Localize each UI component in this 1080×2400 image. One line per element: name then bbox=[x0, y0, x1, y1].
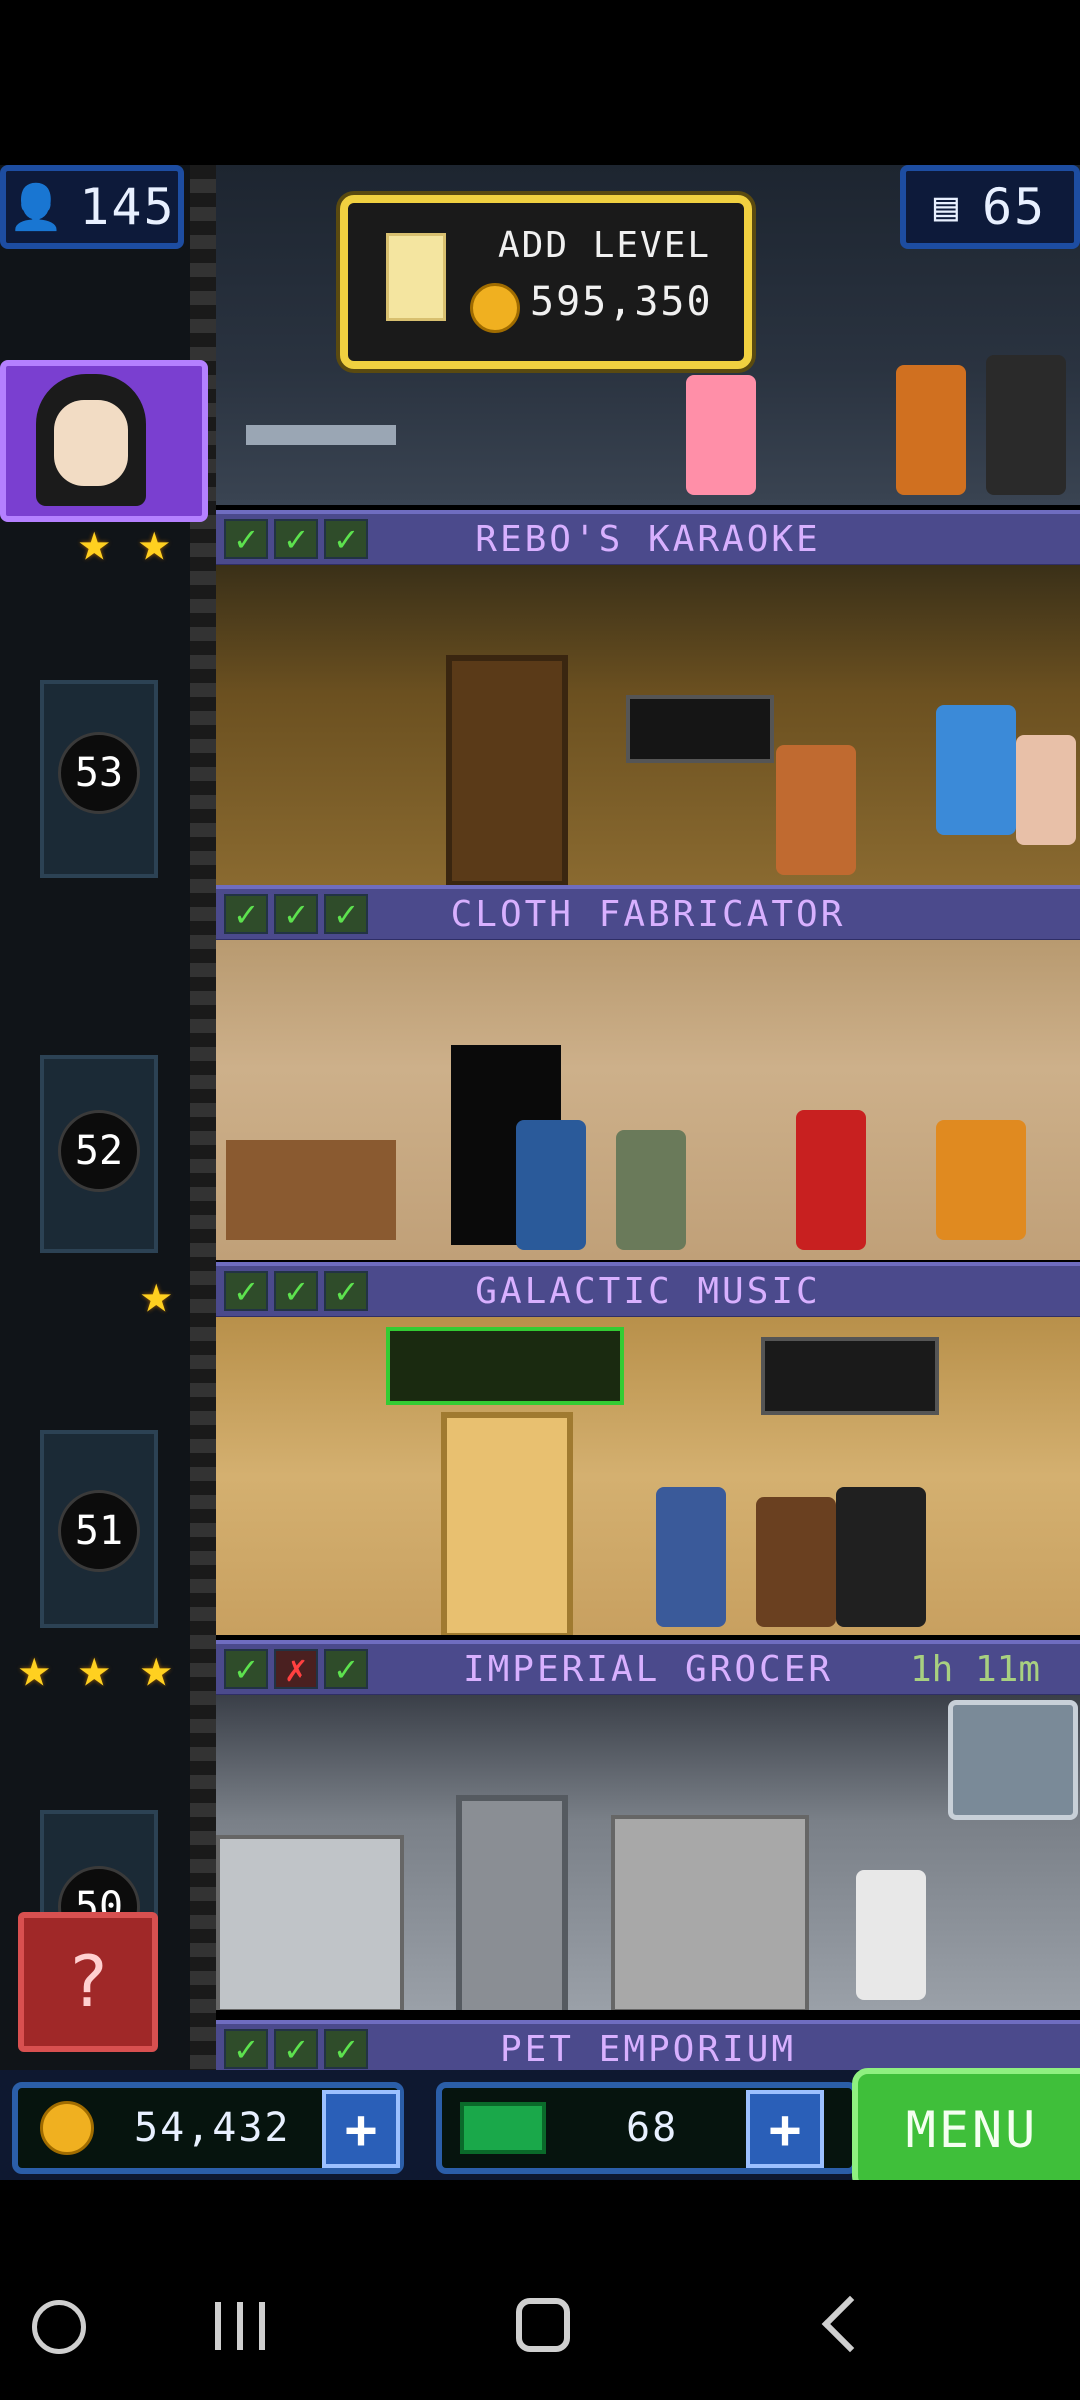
floor-scene-galactic-music[interactable] bbox=[216, 1317, 1080, 1635]
character bbox=[856, 1870, 926, 2000]
add-floor-icon bbox=[386, 233, 446, 321]
mystery-box-button[interactable]: ? bbox=[18, 1912, 158, 2052]
population-value: 145 bbox=[79, 178, 176, 236]
add-level-label: ADD LEVEL bbox=[498, 225, 712, 266]
elevator-level-number: 51 bbox=[58, 1490, 140, 1572]
floor-name: REBO'S KARAOKE bbox=[475, 518, 821, 560]
shelf bbox=[216, 1835, 404, 2010]
character bbox=[896, 365, 966, 495]
floor-scene-karaoke[interactable] bbox=[216, 565, 1080, 885]
floor-count-value: 65 bbox=[981, 178, 1047, 236]
floor-name: CLOTH FABRICATOR bbox=[450, 893, 846, 935]
floor-header[interactable]: ✓ ✗ ✓ IMPERIAL GROCER 1h 11m bbox=[216, 1640, 1080, 1698]
shelf bbox=[611, 1815, 809, 2010]
bux-icon bbox=[460, 2102, 546, 2154]
music-sign bbox=[386, 1327, 624, 1405]
vip-avatar-button[interactable] bbox=[0, 360, 208, 522]
floor-scene-imperial-grocer[interactable] bbox=[216, 1695, 1080, 2010]
floor-count-counter[interactable]: ▤ 65 bbox=[900, 165, 1080, 249]
door bbox=[441, 1412, 573, 1635]
character bbox=[686, 375, 756, 495]
character bbox=[836, 1487, 926, 1627]
home-icon[interactable] bbox=[516, 2298, 570, 2352]
recents-icon[interactable] bbox=[215, 2302, 265, 2350]
plus-icon: + bbox=[344, 2097, 378, 2161]
character bbox=[1016, 735, 1076, 845]
character bbox=[516, 1120, 586, 1250]
character bbox=[936, 705, 1016, 835]
floor-header[interactable]: ✓ ✓ ✓ GALACTIC MUSIC bbox=[216, 1262, 1080, 1320]
mannequin bbox=[796, 1110, 866, 1250]
add-level-cost: 595,350 bbox=[530, 279, 713, 325]
character bbox=[936, 1120, 1026, 1240]
system-navigation-bar bbox=[0, 2180, 1080, 2400]
restock-timer: 1h 11m bbox=[909, 1648, 1040, 1690]
gamepad-icon[interactable] bbox=[32, 2300, 86, 2354]
star-icon: ★ bbox=[140, 1636, 173, 1699]
sign bbox=[626, 695, 774, 763]
sign bbox=[761, 1337, 939, 1415]
item-icon-button[interactable] bbox=[948, 1700, 1078, 1820]
floor-scene-cloth-fabricator[interactable] bbox=[216, 940, 1080, 1260]
coin-icon bbox=[470, 283, 520, 333]
status-bar bbox=[0, 0, 1080, 165]
coin-icon bbox=[40, 2101, 94, 2155]
floor-header[interactable]: ✓ ✓ ✓ REBO'S KARAOKE bbox=[216, 510, 1080, 568]
population-counter[interactable]: 👤 145 bbox=[0, 165, 184, 249]
floor-header[interactable]: ✓ ✓ ✓ CLOTH FABRICATOR bbox=[216, 885, 1080, 943]
question-icon: ? bbox=[66, 1941, 110, 2023]
character bbox=[986, 355, 1066, 495]
character bbox=[656, 1487, 726, 1627]
hooded-face-icon bbox=[36, 374, 146, 506]
door bbox=[446, 655, 568, 885]
star-icon: ★ bbox=[78, 1636, 111, 1699]
floor-name: PET EMPORIUM bbox=[499, 2028, 797, 2070]
add-level-button[interactable]: ADD LEVEL 595,350 bbox=[340, 195, 752, 369]
star-icon: ★ bbox=[140, 1262, 173, 1325]
character bbox=[776, 745, 856, 875]
bux-value: 68 bbox=[626, 2105, 679, 2151]
menu-label: MENU bbox=[905, 2101, 1039, 2159]
add-coins-button[interactable]: + bbox=[322, 2090, 400, 2168]
building-icon: ▤ bbox=[933, 184, 960, 230]
coins-value: 54,432 bbox=[134, 2105, 291, 2151]
star-icon: ★ bbox=[18, 1636, 51, 1699]
character bbox=[616, 1130, 686, 1250]
person-icon: 👤 bbox=[8, 182, 66, 233]
elevator-level-number: 53 bbox=[58, 732, 140, 814]
floor-name: GALACTIC MUSIC bbox=[475, 1270, 821, 1312]
plus-icon: + bbox=[768, 2097, 802, 2161]
shelf bbox=[226, 1140, 396, 1240]
elevator-level-number: 52 bbox=[58, 1110, 140, 1192]
character bbox=[756, 1497, 836, 1627]
door bbox=[456, 1795, 568, 2010]
add-bux-button[interactable]: + bbox=[746, 2090, 824, 2168]
menu-button[interactable]: MENU bbox=[852, 2068, 1080, 2192]
